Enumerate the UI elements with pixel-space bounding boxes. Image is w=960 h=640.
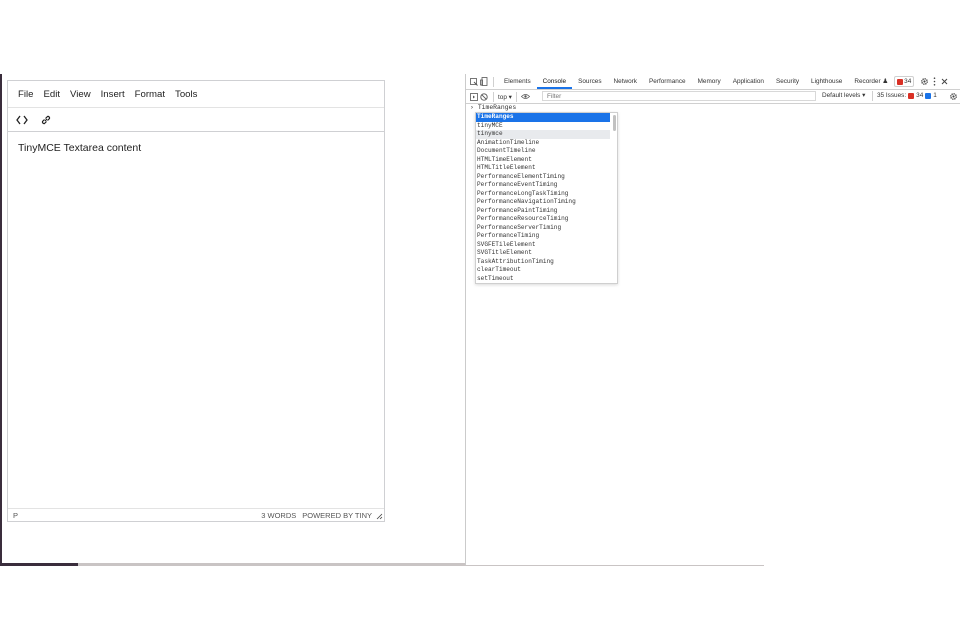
scrollbar-thumb[interactable]	[0, 563, 78, 566]
menu-tools[interactable]: Tools	[170, 89, 202, 100]
autocomplete-item[interactable]: HTMLTitleElement	[476, 164, 610, 173]
prompt-input-text[interactable]: TimeRanges	[478, 104, 516, 111]
tinymce-editor: File Edit View Insert Format Tools TinyM…	[7, 80, 385, 522]
tab-network[interactable]: Network	[608, 74, 643, 89]
powered-by-link[interactable]: POWERED BY TINY	[302, 511, 372, 520]
autocomplete-item[interactable]: SVGFETileElement	[476, 241, 610, 250]
element-path[interactable]: P	[8, 511, 18, 520]
sidebar-toggle-icon[interactable]	[469, 92, 479, 102]
menu-file[interactable]: File	[13, 89, 38, 100]
autocomplete-item[interactable]: PerformanceEventTiming	[476, 181, 610, 190]
tab-performance[interactable]: Performance	[643, 74, 692, 89]
issues-info-count: 1	[933, 92, 937, 99]
issues-error-count: 34	[916, 92, 924, 99]
issues-label: 35 Issues:	[877, 92, 907, 99]
insert-link-button[interactable]	[38, 112, 54, 128]
console-toolbar: top ▾ Default levels ▾ 35 Issues: 34 1	[466, 90, 960, 104]
console-settings-gear-icon[interactable]	[948, 91, 958, 101]
error-count-badge[interactable]: 34	[894, 76, 915, 87]
issues-counter[interactable]: 35 Issues: 34 1	[872, 91, 937, 101]
prompt-chevron-icon: ›	[470, 104, 474, 111]
tab-separator	[493, 76, 494, 87]
autocomplete-item[interactable]: DocumentTimeline	[476, 147, 610, 156]
menu-edit[interactable]: Edit	[38, 89, 65, 100]
autocomplete-item[interactable]: PerformanceTiming	[476, 232, 610, 241]
toolbar-separator	[515, 91, 517, 102]
toolbar-separator	[493, 91, 494, 102]
device-toolbar-icon[interactable]	[479, 77, 489, 87]
tab-security[interactable]: Security	[770, 74, 805, 89]
context-selector[interactable]: top ▾	[498, 93, 512, 101]
autocomplete-item[interactable]: tinyMCE	[476, 122, 610, 131]
autocomplete-item[interactable]: PerformancePaintTiming	[476, 207, 610, 216]
autocomplete-item[interactable]: PerformanceNavigationTiming	[476, 198, 610, 207]
log-levels-dropdown[interactable]: Default levels ▾	[822, 91, 865, 101]
settings-gear-icon[interactable]	[919, 77, 929, 87]
autocomplete-item[interactable]: PerformanceServerTiming	[476, 224, 610, 233]
autocomplete-scrollbar[interactable]	[613, 115, 616, 131]
autocomplete-item[interactable]: PerformanceElementTiming	[476, 173, 610, 182]
tab-elements[interactable]: Elements	[498, 74, 537, 89]
tab-console[interactable]: Console	[536, 74, 573, 89]
tab-sources[interactable]: Sources	[572, 74, 607, 89]
console-prompt[interactable]: › TimeRanges	[470, 104, 516, 111]
autocomplete-item[interactable]: tinymce	[476, 130, 610, 139]
issue-info-icon	[925, 93, 932, 99]
autocomplete-item[interactable]: AnimationTimeline	[476, 139, 610, 148]
live-expression-eye-icon[interactable]	[521, 92, 531, 102]
editor-statusbar: P 3 WORDS POWERED BY TINY	[8, 508, 384, 521]
close-devtools-icon[interactable]	[939, 77, 949, 87]
more-options-icon[interactable]	[929, 77, 939, 87]
tab-application[interactable]: Application	[727, 74, 770, 89]
source-code-button[interactable]	[14, 112, 30, 128]
tab-lighthouse[interactable]: Lighthouse	[805, 74, 848, 89]
autocomplete-popup: TimeRanges tinyMCE tinymce AnimationTime…	[475, 112, 618, 284]
tab-memory[interactable]: Memory	[692, 74, 727, 89]
autocomplete-item[interactable]: setTimeout	[476, 275, 610, 284]
editor-toolbar	[8, 107, 384, 132]
error-icon	[897, 78, 904, 85]
autocomplete-item[interactable]: clearTimeout	[476, 266, 610, 275]
link-icon	[41, 115, 51, 124]
autocomplete-item[interactable]: TimeRanges	[476, 113, 610, 122]
autocomplete-item[interactable]: PerformanceLongTaskTiming	[476, 190, 610, 199]
autocomplete-item[interactable]: PerformanceResourceTiming	[476, 215, 610, 224]
window-edge	[0, 74, 2, 565]
menu-view[interactable]: View	[65, 89, 96, 100]
word-count[interactable]: 3 WORDS	[261, 511, 296, 520]
clear-console-icon[interactable]	[479, 92, 489, 102]
issue-error-icon	[908, 93, 915, 99]
tab-recorder-label: Recorder	[854, 78, 881, 85]
console-filter-input[interactable]	[542, 91, 816, 101]
autocomplete-item[interactable]: HTMLTimeElement	[476, 156, 610, 165]
menu-format[interactable]: Format	[130, 89, 170, 100]
editor-menubar: File Edit View Insert Format Tools	[8, 81, 384, 107]
autocomplete-item[interactable]: SVGTitleElement	[476, 249, 610, 258]
tab-recorder[interactable]: Recorder ♟	[848, 74, 894, 89]
inspect-element-icon[interactable]	[469, 77, 479, 87]
code-icon	[16, 115, 28, 124]
autocomplete-item[interactable]: TaskAttributionTiming	[476, 258, 610, 267]
menu-insert[interactable]: Insert	[96, 89, 130, 100]
resize-handle-icon[interactable]	[376, 513, 383, 520]
devtools-tab-bar: Elements Console Sources Network Perform…	[466, 74, 960, 90]
error-count: 34	[904, 78, 912, 85]
devtools-panel: Elements Console Sources Network Perform…	[466, 74, 960, 565]
editor-content[interactable]: TinyMCE Textarea content	[18, 142, 141, 154]
recorder-icon: ♟	[882, 78, 889, 85]
